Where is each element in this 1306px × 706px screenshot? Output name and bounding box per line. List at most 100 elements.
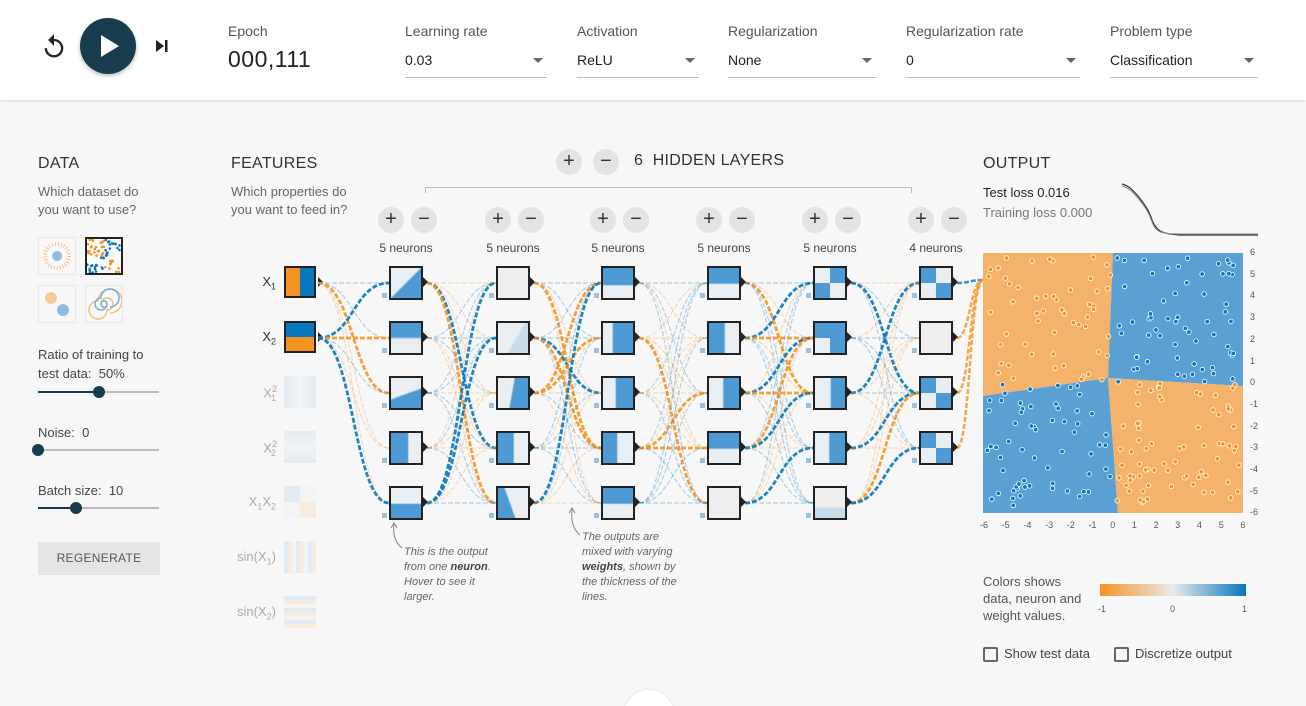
neuron[interactable] — [389, 266, 423, 300]
ratio-slider[interactable] — [38, 386, 159, 398]
problem-type-select[interactable]: Classification — [1110, 52, 1258, 78]
remove-neuron-button[interactable]: − — [835, 207, 861, 233]
neuron-output-caret — [635, 387, 640, 397]
bottom-scroll-button[interactable] — [624, 690, 674, 706]
data-point — [1040, 308, 1047, 314]
neuron[interactable] — [707, 321, 741, 355]
add-neuron-button[interactable]: + — [908, 207, 934, 233]
neuron-note: This is the output from one neuron. Hove… — [404, 546, 491, 603]
remove-layer-button[interactable]: − — [593, 149, 619, 175]
neuron[interactable] — [813, 321, 847, 355]
neuron-bias — [700, 403, 705, 408]
activation-select[interactable]: ReLU — [577, 52, 699, 78]
neuron[interactable] — [601, 486, 635, 520]
feature-x0-box[interactable] — [284, 266, 316, 298]
data-point — [1105, 333, 1112, 340]
neuron-output-caret — [530, 277, 535, 287]
y-axis-tick: -2 — [1250, 420, 1259, 431]
data-point — [1033, 426, 1039, 433]
neuron[interactable] — [919, 431, 953, 465]
y-axis-tick: -1 — [1250, 398, 1259, 409]
neuron[interactable] — [389, 376, 423, 410]
neuron[interactable] — [496, 431, 530, 465]
discretize-output-checkbox[interactable]: Discretize output — [1114, 646, 1232, 663]
data-point — [1209, 489, 1216, 496]
step-forward-icon[interactable] — [150, 33, 174, 59]
neuron[interactable] — [707, 486, 741, 520]
chevron-down-icon — [862, 58, 872, 63]
neuron[interactable] — [601, 321, 635, 355]
data-point — [1135, 389, 1141, 396]
weight-link — [533, 281, 602, 450]
neuron[interactable] — [813, 376, 847, 410]
neuron[interactable] — [919, 321, 953, 355]
play-button[interactable] — [80, 18, 136, 74]
output-heatmap[interactable] — [983, 253, 1243, 513]
neuron-output-caret — [847, 277, 852, 287]
neuron[interactable] — [601, 431, 635, 465]
neuron[interactable] — [813, 266, 847, 300]
regenerate-button[interactable]: REGENERATE — [38, 542, 160, 575]
neuron[interactable] — [601, 376, 635, 410]
noise-slider[interactable] — [32, 444, 159, 456]
weight-link — [744, 281, 814, 395]
weight-link — [317, 337, 390, 449]
data-point — [1176, 445, 1183, 452]
feature-x1-box[interactable] — [284, 321, 316, 353]
neuron[interactable] — [813, 486, 847, 520]
feature-x6-box[interactable] — [284, 596, 316, 628]
add-neuron-button[interactable]: + — [378, 207, 404, 233]
remove-neuron-button[interactable]: − — [623, 207, 649, 233]
neuron[interactable] — [496, 266, 530, 300]
neuron[interactable] — [496, 376, 530, 410]
reset-icon[interactable] — [40, 33, 68, 61]
neuron[interactable] — [707, 376, 741, 410]
neuron[interactable] — [496, 486, 530, 520]
feature-x2-box[interactable] — [284, 376, 316, 408]
regularization-select[interactable]: None — [728, 52, 876, 78]
feature-x4-box[interactable] — [284, 486, 316, 518]
dataset-xor[interactable] — [85, 237, 123, 275]
add-neuron-button[interactable]: + — [590, 207, 616, 233]
add-layer-button[interactable]: + — [556, 149, 582, 175]
ratio-slider-thumb[interactable] — [92, 386, 105, 398]
regularization-rate-select[interactable]: 0 — [906, 52, 1080, 78]
neuron[interactable] — [601, 266, 635, 300]
data-point — [1076, 391, 1083, 398]
neuron[interactable] — [919, 266, 953, 300]
feature-x5-box[interactable] — [284, 541, 316, 573]
show-test-data-checkbox[interactable]: Show test data — [983, 646, 1090, 663]
neuron[interactable] — [919, 376, 953, 410]
neuron[interactable] — [813, 431, 847, 465]
weight-link — [744, 446, 814, 505]
learning-rate-select[interactable]: 0.03 — [405, 52, 547, 78]
neuron[interactable] — [707, 431, 741, 465]
data-point — [1137, 382, 1143, 388]
y-axis-tick: 5 — [1250, 268, 1256, 279]
data-point — [1027, 386, 1033, 392]
data-point — [1064, 488, 1071, 494]
test-loss: Test loss 0.016 — [983, 185, 1070, 200]
problem-type-control: Problem type Classification — [1110, 23, 1258, 78]
feature-x3-box[interactable] — [284, 431, 316, 463]
neuron[interactable] — [707, 266, 741, 300]
dataset-circle[interactable] — [38, 237, 76, 275]
dataset-gaussian[interactable] — [38, 285, 76, 323]
data-point — [1209, 364, 1216, 371]
neuron[interactable] — [389, 486, 423, 520]
data-point — [1228, 318, 1234, 325]
noise-slider-thumb[interactable] — [32, 444, 44, 456]
remove-neuron-button[interactable]: − — [941, 207, 967, 233]
remove-neuron-button[interactable]: − — [518, 207, 544, 233]
remove-neuron-button[interactable]: − — [411, 207, 437, 233]
add-neuron-button[interactable]: + — [696, 207, 722, 233]
remove-neuron-button[interactable]: − — [729, 207, 755, 233]
dataset-spiral[interactable] — [85, 285, 123, 323]
add-neuron-button[interactable]: + — [485, 207, 511, 233]
neuron[interactable] — [389, 321, 423, 355]
add-neuron-button[interactable]: + — [802, 207, 828, 233]
neuron[interactable] — [389, 431, 423, 465]
batch-size-slider[interactable] — [38, 502, 159, 514]
neuron[interactable] — [496, 321, 530, 355]
batch-size-slider-thumb[interactable] — [69, 502, 82, 514]
